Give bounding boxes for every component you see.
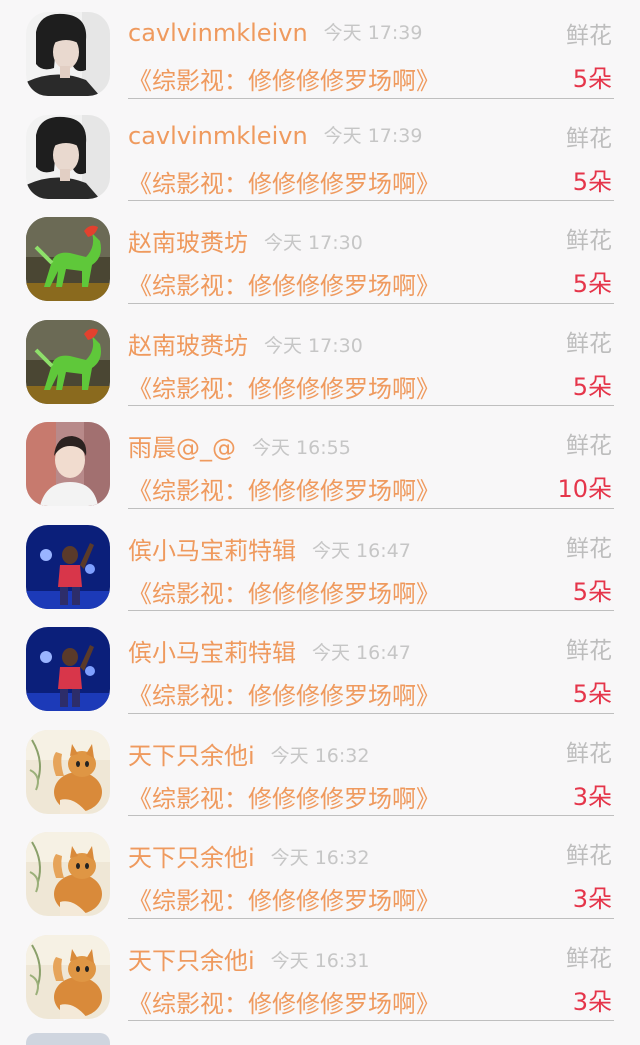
young-man-avatar[interactable] <box>26 422 110 506</box>
gift-type-label: 鲜花 <box>566 23 612 49</box>
stage-performer-avatar[interactable] <box>26 525 110 609</box>
sender-name[interactable]: 天下只余他i 今天 16:32 <box>128 838 369 873</box>
sender-name-text: 赵南玻赉坊 <box>128 229 248 257</box>
gift-count: 3朵 <box>572 885 612 913</box>
row-divider <box>128 507 614 509</box>
sender-name-text: 天下只余他i <box>128 946 255 975</box>
book-title[interactable]: 《综影视：修修修修罗场啊》 <box>128 471 440 506</box>
sender-name[interactable]: cavlvinmkleivn 今天 17:39 <box>128 121 422 150</box>
woman-portrait-avatar[interactable] <box>26 12 110 96</box>
book-title[interactable]: 《综影视：修修修修罗场啊》 <box>128 266 440 301</box>
woman-portrait-avatar[interactable] <box>26 115 110 199</box>
gift-record-row[interactable]: 赵南玻赉坊 今天 17:30 鲜花 《综影视：修修修修罗场啊》 5朵 <box>0 308 640 411</box>
gift-type-label: 鲜花 <box>566 535 612 562</box>
send-time: 今天 17:30 <box>264 334 363 357</box>
book-title[interactable]: 《综影视：修修修修罗场啊》 <box>128 881 440 916</box>
row-divider <box>128 610 614 611</box>
row-divider <box>128 405 614 406</box>
sender-name-text: 傧小马宝莉特辑 <box>128 639 296 667</box>
gift-count: 5朵 <box>572 270 612 298</box>
gift-type-label: 鲜花 <box>566 945 612 972</box>
gift-count: 5朵 <box>572 65 612 93</box>
jade-horse-avatar[interactable] <box>26 320 110 404</box>
row-divider <box>128 815 614 816</box>
send-time: 今天 17:39 <box>323 124 423 147</box>
gift-type-label: 鲜花 <box>566 638 612 664</box>
row-divider <box>128 200 614 201</box>
gift-record-row[interactable]: 天下只余他i 今天 16:32 鲜花 《综影视：修修修修罗场啊》 3朵 <box>0 718 640 821</box>
row-divider <box>128 302 614 304</box>
gift-count: 10朵 <box>557 475 612 503</box>
sender-name-text: cavlvinmkleivn <box>128 19 308 47</box>
gift-record-list: cavlvinmkleivn 今天 17:39 鲜花 《综影视：修修修修罗场啊》 … <box>0 0 640 1025</box>
send-time: 今天 16:32 <box>270 847 370 869</box>
gift-type-label: 鲜花 <box>566 330 612 357</box>
book-title[interactable]: 《综影视：修修修修罗场啊》 <box>128 984 440 1019</box>
row-divider <box>128 97 614 99</box>
send-time: 今天 16:47 <box>312 539 411 562</box>
sender-name[interactable]: 赵南玻赉坊 今天 17:30 <box>128 326 363 361</box>
orange-kitten-avatar[interactable] <box>26 832 110 916</box>
gift-type-label: 鲜花 <box>566 125 612 152</box>
send-time: 今天 16:32 <box>270 744 370 767</box>
send-time: 今天 16:47 <box>312 642 411 664</box>
send-time: 今天 17:30 <box>264 232 363 254</box>
book-title[interactable]: 《综影视：修修修修罗场啊》 <box>128 676 440 711</box>
next-avatar-peek <box>26 1033 110 1045</box>
row-divider <box>128 1020 614 1021</box>
gift-record-row[interactable]: 傧小马宝莉特辑 今天 16:47 鲜花 《综影视：修修修修罗场啊》 5朵 <box>0 615 640 718</box>
sender-name[interactable]: 天下只余他i 今天 16:32 <box>128 736 369 771</box>
sender-name-text: 赵南玻赉坊 <box>128 331 248 360</box>
gift-record-row[interactable]: 雨晨@_@ 今天 16:55 鲜花 《综影视：修修修修罗场啊》 10朵 <box>0 410 640 513</box>
gift-record-row[interactable]: cavlvinmkleivn 今天 17:39 鲜花 《综影视：修修修修罗场啊》 … <box>0 103 640 206</box>
book-title[interactable]: 《综影视：修修修修罗场啊》 <box>128 779 440 814</box>
gift-count: 5朵 <box>572 167 612 196</box>
send-time: 今天 16:31 <box>270 949 370 972</box>
gift-count: 3朵 <box>572 782 612 811</box>
sender-name[interactable]: 天下只余他i 今天 16:31 <box>128 941 369 976</box>
orange-kitten-avatar[interactable] <box>26 935 110 1019</box>
book-title[interactable]: 《综影视：修修修修罗场啊》 <box>128 164 440 199</box>
send-time: 今天 17:39 <box>323 22 423 44</box>
book-title[interactable]: 《综影视：修修修修罗场啊》 <box>128 574 440 609</box>
gift-record-row[interactable]: cavlvinmkleivn 今天 17:39 鲜花 《综影视：修修修修罗场啊》 … <box>0 0 640 103</box>
book-title[interactable]: 《综影视：修修修修罗场啊》 <box>128 61 440 96</box>
row-divider <box>128 917 614 919</box>
gift-record-row[interactable]: 天下只余他i 今天 16:32 鲜花 《综影视：修修修修罗场啊》 3朵 <box>0 820 640 923</box>
row-divider <box>128 712 614 714</box>
gift-record-row[interactable]: 赵南玻赉坊 今天 17:30 鲜花 《综影视：修修修修罗场啊》 5朵 <box>0 205 640 308</box>
stage-performer-avatar[interactable] <box>26 627 110 711</box>
sender-name[interactable]: 傧小马宝莉特辑 今天 16:47 <box>128 531 411 566</box>
gift-type-label: 鲜花 <box>566 228 612 254</box>
book-title[interactable]: 《综影视：修修修修罗场啊》 <box>128 369 440 404</box>
gift-type-label: 鲜花 <box>566 433 612 459</box>
gift-type-label: 鲜花 <box>566 843 612 869</box>
sender-name[interactable]: 傧小马宝莉特辑 今天 16:47 <box>128 633 411 668</box>
send-time: 今天 16:55 <box>252 437 351 459</box>
sender-name-text: 天下只余他i <box>128 741 255 770</box>
gift-count: 5朵 <box>572 680 612 708</box>
sender-name-text: cavlvinmkleivn <box>128 121 308 150</box>
jade-horse-avatar[interactable] <box>26 217 110 301</box>
sender-name-text: 雨晨@_@ <box>128 434 236 462</box>
gift-count: 5朵 <box>572 577 612 606</box>
sender-name[interactable]: 雨晨@_@ 今天 16:55 <box>128 428 351 463</box>
gift-count: 3朵 <box>572 987 612 1016</box>
sender-name[interactable]: 赵南玻赉坊 今天 17:30 <box>128 223 363 258</box>
gift-record-row[interactable]: 傧小马宝莉特辑 今天 16:47 鲜花 《综影视：修修修修罗场啊》 5朵 <box>0 513 640 616</box>
gift-type-label: 鲜花 <box>566 740 612 767</box>
gift-record-row[interactable]: 天下只余他i 今天 16:31 鲜花 《综影视：修修修修罗场啊》 3朵 <box>0 923 640 1026</box>
sender-name[interactable]: cavlvinmkleivn 今天 17:39 <box>128 18 422 47</box>
sender-name-text: 傧小马宝莉特辑 <box>128 536 296 565</box>
gift-count: 5朵 <box>572 372 612 401</box>
sender-name-text: 天下只余他i <box>128 844 255 872</box>
orange-kitten-avatar[interactable] <box>26 730 110 814</box>
